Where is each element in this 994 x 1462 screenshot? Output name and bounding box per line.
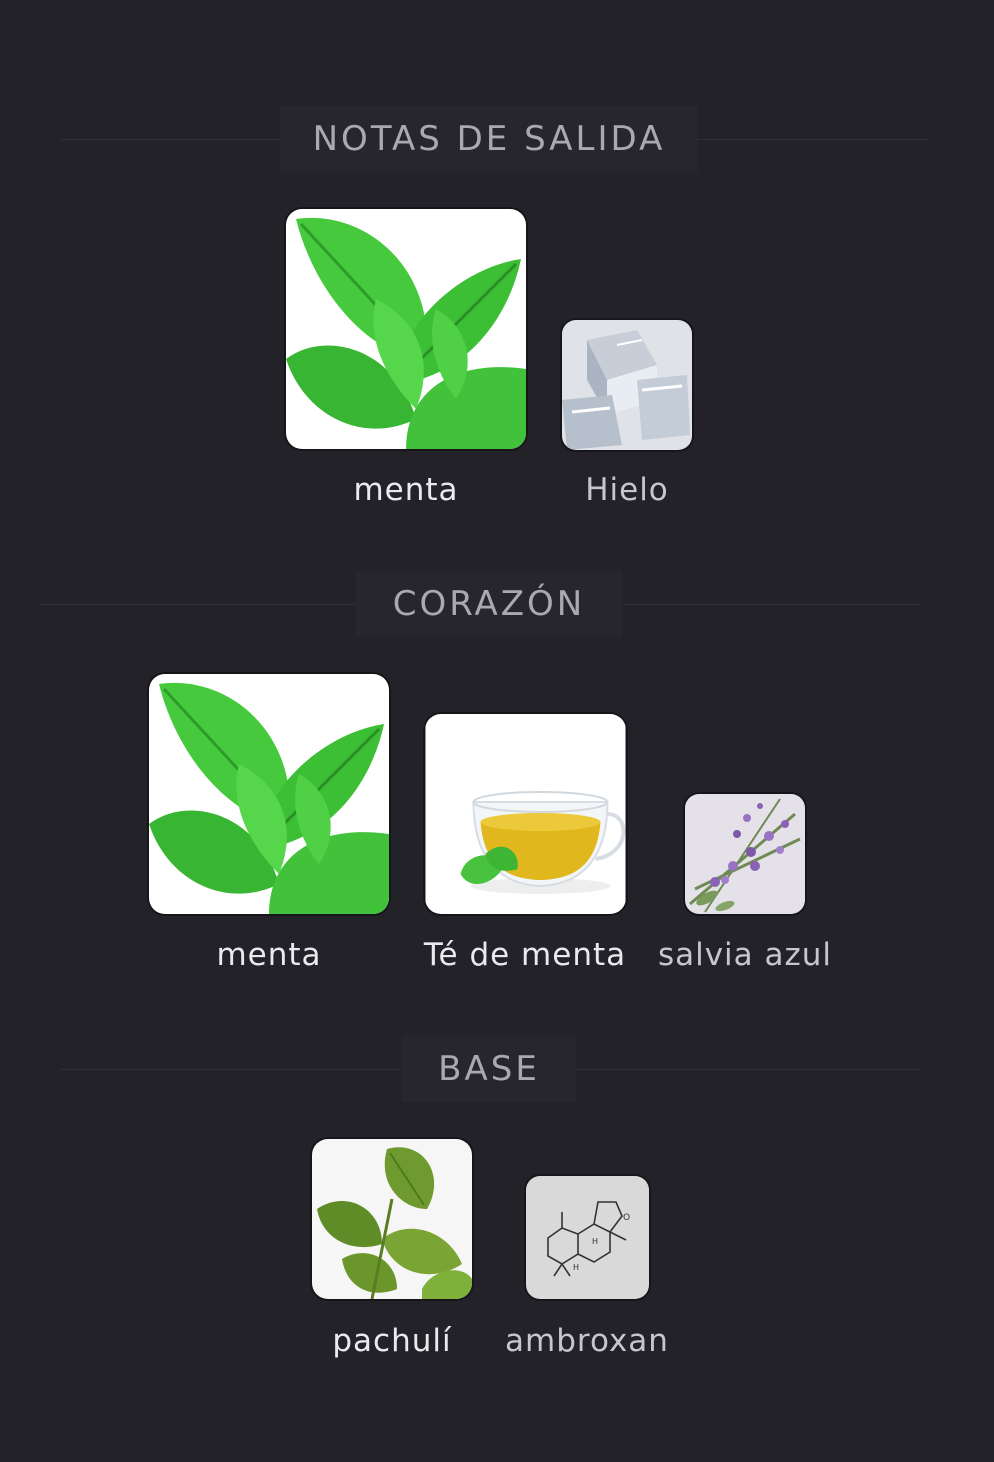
mint-tea-icon xyxy=(425,714,626,914)
note-label: Hielo xyxy=(585,472,669,508)
section-header-base-notes: BASE xyxy=(0,1036,994,1102)
note-image-menta-top[interactable] xyxy=(286,209,526,449)
divider-line xyxy=(60,1069,402,1070)
ice-cubes-icon xyxy=(562,320,692,450)
section-title-top: NOTAS DE SALIDA xyxy=(280,106,698,172)
mint-leaves-icon xyxy=(149,674,389,914)
divider-line xyxy=(40,604,356,605)
note-label: ambroxan xyxy=(505,1323,669,1359)
note-image-menta-heart[interactable] xyxy=(149,674,389,914)
section-title-heart: CORAZÓN xyxy=(356,571,622,637)
divider-line xyxy=(622,604,922,605)
note-label: Té de menta xyxy=(423,937,627,973)
ambroxan-molecule-icon: O H H xyxy=(526,1176,649,1299)
note-label: pachulí xyxy=(332,1323,452,1359)
divider-line xyxy=(60,139,280,140)
section-title-base: BASE xyxy=(402,1036,576,1102)
note-label: menta xyxy=(216,937,322,973)
note-label: salvia azul xyxy=(657,937,833,973)
svg-text:H: H xyxy=(573,1263,579,1272)
note-image-hielo[interactable] xyxy=(562,320,692,450)
svg-text:H: H xyxy=(592,1237,598,1246)
divider-line xyxy=(576,1069,922,1070)
note-image-salvia-azul[interactable] xyxy=(685,794,805,914)
note-image-te-de-menta[interactable] xyxy=(425,714,626,914)
svg-text:O: O xyxy=(623,1213,630,1223)
note-label: menta xyxy=(353,472,459,508)
divider-line xyxy=(698,139,928,140)
blue-sage-icon xyxy=(685,794,805,914)
section-header-top-notes: NOTAS DE SALIDA xyxy=(0,106,994,172)
section-header-heart-notes: CORAZÓN xyxy=(0,571,994,637)
note-image-ambroxan[interactable]: O H H xyxy=(526,1176,649,1299)
note-image-pachuli[interactable] xyxy=(312,1139,472,1299)
patchouli-leaves-icon xyxy=(312,1139,472,1299)
mint-leaves-icon xyxy=(286,209,526,449)
